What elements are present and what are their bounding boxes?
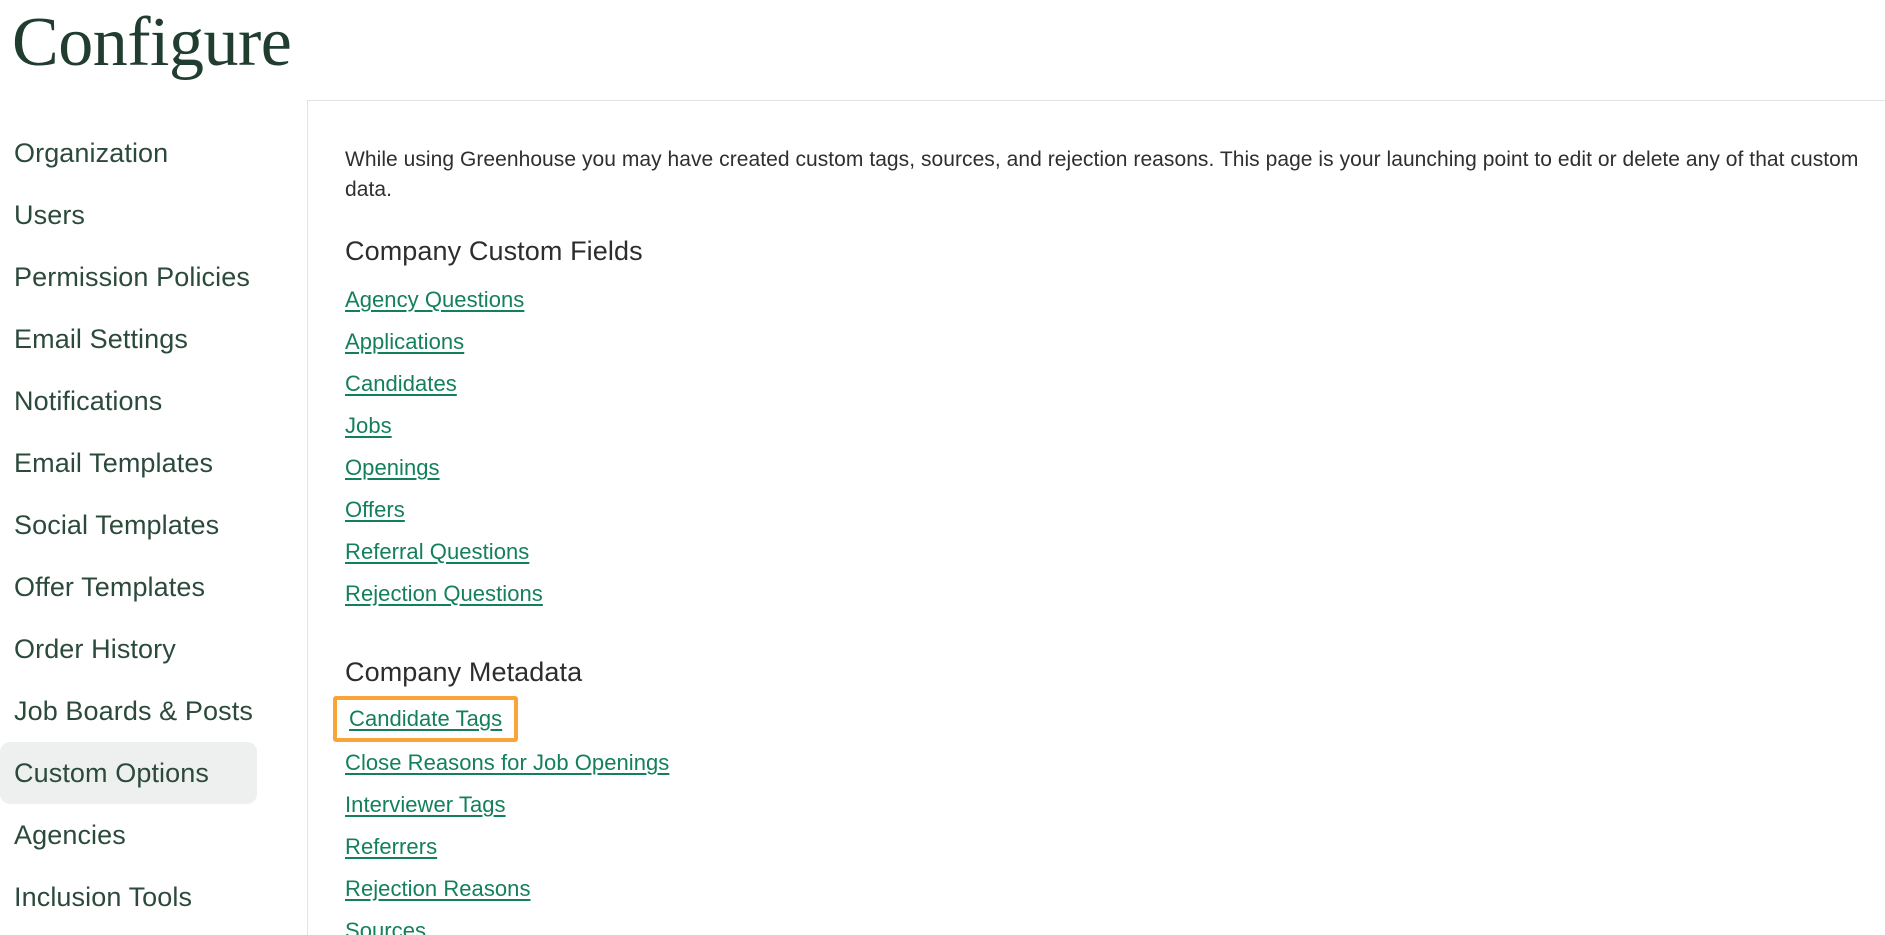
- section-heading: Company Custom Fields: [345, 235, 643, 266]
- link-interviewer-tags[interactable]: Interviewer Tags: [345, 792, 506, 818]
- link-offers[interactable]: Offers: [345, 497, 405, 523]
- link-list: Agency Questions Applications Candidates Jo…: [345, 279, 1885, 615]
- section-company-metadata: Company Metadata Candidate Tags Close Reas…: [333, 656, 1885, 935]
- link-list: Candidate Tags Close Reasons for Job Open…: [333, 695, 1885, 935]
- sidebar-item-permission-policies[interactable]: Permission Policies: [0, 246, 257, 308]
- list-item: Sources: [345, 910, 1885, 935]
- list-item: Close Reasons for Job Openings: [345, 742, 1885, 784]
- sidebar-item-inclusion-tools[interactable]: Inclusion Tools: [0, 866, 257, 928]
- link-referrers[interactable]: Referrers: [345, 834, 437, 860]
- list-item: Rejection Questions: [345, 573, 1885, 615]
- list-item: Agency Questions: [345, 279, 1885, 321]
- link-rejection-reasons[interactable]: Rejection Reasons: [345, 876, 531, 902]
- sidebar-item-email-templates[interactable]: Email Templates: [0, 432, 257, 494]
- sidebar-item-job-boards-posts[interactable]: Job Boards & Posts: [0, 680, 257, 742]
- sidebar-item-social-templates[interactable]: Social Templates: [0, 494, 257, 556]
- link-candidate-tags[interactable]: Candidate Tags: [349, 706, 502, 732]
- link-agency-questions[interactable]: Agency Questions: [345, 287, 524, 313]
- sidebar-item-organization[interactable]: Organization: [0, 122, 257, 184]
- link-close-reasons-for-job-openings[interactable]: Close Reasons for Job Openings: [345, 750, 669, 776]
- list-item: Candidates: [345, 363, 1885, 405]
- sidebar-item-agencies[interactable]: Agencies: [0, 804, 257, 866]
- list-item: Referral Questions: [345, 531, 1885, 573]
- section-heading: Company Metadata: [345, 656, 583, 687]
- highlighted-list-item: Candidate Tags: [333, 695, 519, 742]
- link-applications[interactable]: Applications: [345, 329, 464, 355]
- sections-container: Company Custom Fields Agency Questions App…: [333, 236, 1885, 935]
- sidebar-item-users[interactable]: Users: [0, 184, 257, 246]
- sidebar-item-custom-options[interactable]: Custom Options: [0, 742, 257, 804]
- link-sources[interactable]: Sources: [345, 918, 426, 935]
- page-layout: Organization Users Permission Policies Emai…: [0, 100, 1885, 935]
- link-candidates[interactable]: Candidates: [345, 371, 457, 397]
- main-content-panel: While using Greenhouse you may have crea…: [307, 100, 1885, 935]
- sidebar-item-order-history[interactable]: Order History: [0, 618, 257, 680]
- section-company-custom-fields: Company Custom Fields Agency Questions App…: [345, 236, 1885, 615]
- sidebar-item-notifications[interactable]: Notifications: [0, 370, 257, 432]
- list-item: Rejection Reasons: [345, 868, 1885, 910]
- configure-sidebar: Organization Users Permission Policies Emai…: [0, 100, 307, 935]
- list-item: Openings: [345, 447, 1885, 489]
- link-jobs[interactable]: Jobs: [345, 413, 392, 439]
- link-rejection-questions[interactable]: Rejection Questions: [345, 581, 543, 607]
- intro-text: While using Greenhouse you may have crea…: [345, 148, 1859, 202]
- list-item: Applications: [345, 321, 1885, 363]
- link-referral-questions[interactable]: Referral Questions: [345, 539, 529, 565]
- sidebar-item-email-settings[interactable]: Email Settings: [0, 308, 257, 370]
- sidebar-item-offer-templates[interactable]: Offer Templates: [0, 556, 257, 618]
- link-openings[interactable]: Openings: [345, 455, 440, 481]
- list-item: Referrers: [345, 826, 1885, 868]
- list-item: Offers: [345, 489, 1885, 531]
- list-item: Jobs: [345, 405, 1885, 447]
- list-item: Interviewer Tags: [345, 784, 1885, 826]
- page-title: Configure: [12, 4, 292, 81]
